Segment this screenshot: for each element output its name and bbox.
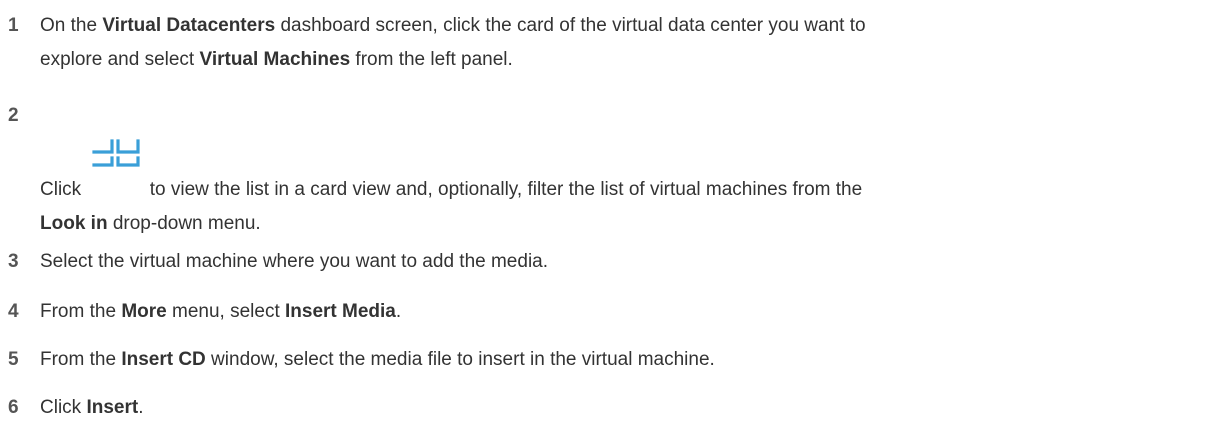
ui-term: Look in	[40, 213, 108, 234]
step-text: Click to view the list in a card view an…	[40, 139, 1220, 241]
step-number: 6	[8, 397, 19, 418]
ui-term: Virtual Machines	[199, 49, 351, 70]
step-text: On the Virtual Datacenters dashboard scr…	[40, 15, 866, 70]
ui-term: More	[121, 301, 167, 322]
step-text: Select the virtual machine where you wan…	[40, 251, 549, 272]
ui-term: Insert Media	[285, 301, 396, 322]
ui-term: Insert CD	[121, 349, 206, 370]
step-number: 3	[8, 251, 19, 272]
step-text: From the More menu, select Insert Media.	[40, 301, 402, 322]
step-number: 1	[8, 15, 19, 36]
step-number: 2	[8, 105, 19, 126]
step-text: Click Insert.	[40, 397, 144, 418]
procedure-steps: 1 On the Virtual Datacenters dashboard s…	[0, 0, 1226, 436]
card-view-icon	[86, 139, 144, 203]
step-text: From the Insert CD window, select the me…	[40, 349, 715, 370]
ui-term: Virtual Datacenters	[102, 15, 276, 36]
step-number: 5	[8, 349, 19, 370]
step-number: 4	[8, 301, 19, 322]
ui-term: Insert	[86, 397, 139, 418]
